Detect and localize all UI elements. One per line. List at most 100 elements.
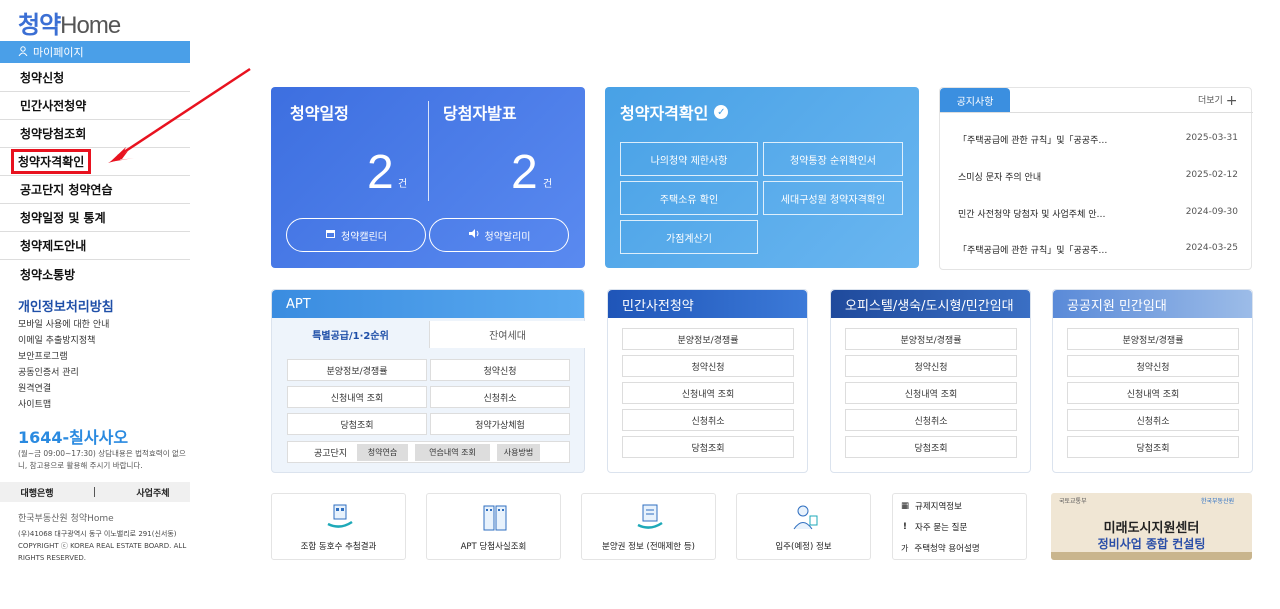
section-button[interactable]: 당첨조회 xyxy=(622,436,794,458)
divider xyxy=(940,112,1253,113)
link-label: 자주 묻는 질문 xyxy=(915,523,968,533)
mypage-link[interactable]: 마이페이지 xyxy=(0,41,190,63)
calendar-button[interactable]: 청약캘린더 xyxy=(286,218,426,252)
banner-title: 미래도시지원센터 xyxy=(1103,521,1200,536)
sidebar-item-label: 청약일정 및 통계 xyxy=(20,211,106,225)
tab-remaining[interactable]: 잔여세대 xyxy=(429,321,585,348)
section-button[interactable]: 청약신청 xyxy=(622,355,794,377)
privacy-policy-link[interactable]: 개인정보처리방침 xyxy=(18,296,114,315)
section-button[interactable]: 청약신청 xyxy=(845,355,1017,377)
apt-title: APT xyxy=(272,290,584,318)
copyright: COPYRIGHT ⓒ KOREA REAL ESTATE BOARD. ALL… xyxy=(18,542,187,562)
practice-chip[interactable]: 청약연습 xyxy=(357,444,408,461)
section-button[interactable]: 신청내역 조회 xyxy=(622,382,794,404)
apt-cancel-button[interactable]: 신청취소 xyxy=(430,386,570,408)
email-policy-link[interactable]: 이메일 추출방지정책 xyxy=(18,333,109,349)
owner-link[interactable]: 사업주체 xyxy=(136,486,169,499)
winner-count[interactable]: 2 xyxy=(511,145,538,200)
security-program-link[interactable]: 보안프로그램 xyxy=(18,349,109,365)
notice-panel: 공지사항 더보기 + 「주택공급에 관한 규칙」및「공공주… 2025-03-31… xyxy=(939,87,1253,270)
section-title: 공공지원 민간임대 xyxy=(1053,290,1252,318)
site-logo[interactable]: 청약Home xyxy=(18,5,121,40)
notice-row[interactable]: 「주택공급에 관한 규칙」및「공공주… 2025-03-31 xyxy=(958,133,1238,146)
sidebar-item-label: 청약제도안내 xyxy=(20,239,87,253)
alarm-button[interactable]: 청약알리미 xyxy=(429,218,569,252)
notice-date: 2024-09-30 xyxy=(1185,207,1238,217)
notice-date: 2025-03-31 xyxy=(1185,133,1238,143)
logo-text-b: Home xyxy=(60,12,121,39)
apt-info-button[interactable]: 분양정보/경쟁률 xyxy=(287,359,427,381)
section-button[interactable]: 신청취소 xyxy=(622,409,794,431)
sidebar-sublinks: 모바일 사용에 대한 안내 이메일 추출방지정책 보안프로그램 공동인증서 관리… xyxy=(18,317,109,413)
sidebar-item-label: 청약소통방 xyxy=(20,267,76,282)
sidebar-item-practice[interactable]: 공고단지 청약연습 xyxy=(0,176,190,204)
tab-special-supply[interactable]: 특별공급/1·2순위 xyxy=(272,321,429,348)
notice-title: 스미싱 문자 주의 안내 xyxy=(958,173,1042,183)
apt-virtual-button[interactable]: 청약가상체험 xyxy=(430,413,570,435)
quick-tile-move-in[interactable]: 입주(예정) 정보 xyxy=(736,493,871,560)
check-icon: ✓ xyxy=(714,105,729,119)
certificate-link[interactable]: 공동인증서 관리 xyxy=(18,365,109,381)
quick-tile-label: 입주(예정) 정보 xyxy=(775,542,832,552)
section-button[interactable]: 청약신청 xyxy=(1067,355,1239,377)
sidebar-item-label: 청약자격확인 xyxy=(11,149,92,174)
section-title: 민간사전청약 xyxy=(608,290,807,318)
quick-tile-presale-info[interactable]: 분양권 정보 (전매제한 등) xyxy=(581,493,716,560)
score-calculator-button[interactable]: 가점계산기 xyxy=(620,220,758,254)
public-rental-section: 공공지원 민간임대 분양정보/경쟁률 청약신청 신청내역 조회 신청취소 당첨조… xyxy=(1052,289,1253,473)
glossary-link[interactable]: 가 주택청약 용어설명 xyxy=(901,542,980,555)
household-eligibility-button[interactable]: 세대구성원 청약자격확인 xyxy=(763,181,903,215)
alarm-button-label: 청약알리미 xyxy=(484,231,531,243)
quick-tile-winning-fact[interactable]: APT 당첨사실조회 xyxy=(426,493,561,560)
sidebar-item-schedule-stats[interactable]: 청약일정 및 통계 xyxy=(0,204,190,232)
speaker-icon xyxy=(468,228,480,242)
apt-history-button[interactable]: 신청내역 조회 xyxy=(287,386,427,408)
address: (우)41068 대구광역시 동구 이노밸리로 291(신서동) xyxy=(18,530,177,538)
info-links: ▦ 규제지역정보 ! 자주 묻는 질문 가 주택청약 용어설명 xyxy=(892,493,1027,560)
notice-row[interactable]: 스미싱 문자 주의 안내 2025-02-12 xyxy=(958,170,1238,183)
account-rank-button[interactable]: 청약통장 순위확인서 xyxy=(763,142,903,176)
section-title: 오피스텔/생숙/도시형/민간임대 xyxy=(831,290,1030,318)
regulated-area-link[interactable]: ▦ 규제지역정보 xyxy=(901,500,962,512)
apt-apply-button[interactable]: 청약신청 xyxy=(430,359,570,381)
schedule-title[interactable]: 청약일정 xyxy=(290,100,349,124)
restriction-button[interactable]: 나의청약 제한사항 xyxy=(620,142,758,176)
practice-history-chip[interactable]: 연습내역 조회 xyxy=(415,444,490,461)
section-button[interactable]: 신청취소 xyxy=(845,409,1017,431)
section-button[interactable]: 당첨조회 xyxy=(1067,436,1239,458)
sitemap-link[interactable]: 사이트맵 xyxy=(18,397,109,413)
more-link[interactable]: 더보기 + xyxy=(1198,93,1237,109)
sidebar-item-system-guide[interactable]: 청약제도안내 xyxy=(0,232,190,260)
mobile-guide-link[interactable]: 모바일 사용에 대한 안내 xyxy=(18,317,109,333)
private-preapply-section: 민간사전청약 분양정보/경쟁률 청약신청 신청내역 조회 신청취소 당첨조회 xyxy=(607,289,808,473)
notice-row[interactable]: 민간 사전청약 당첨자 및 사업주체 안… 2024-09-30 xyxy=(958,207,1238,220)
section-button[interactable]: 분양정보/경쟁률 xyxy=(1067,328,1239,350)
remote-link[interactable]: 원격연결 xyxy=(18,381,109,397)
winner-title[interactable]: 당첨자발표 xyxy=(443,100,517,124)
phone-note: (월~금 09:00~17:30) 상담내용은 법적효력이 없으니, 참고용으로… xyxy=(18,449,186,470)
section-button[interactable]: 신청내역 조회 xyxy=(845,382,1017,404)
section-button[interactable]: 분양정보/경쟁률 xyxy=(845,328,1017,350)
quick-tile-label: 조합 동호수 추첨결과 xyxy=(300,542,377,552)
quick-tile-lottery[interactable]: 조합 동호수 추첨결과 xyxy=(271,493,406,560)
section-button[interactable]: 신청취소 xyxy=(1067,409,1239,431)
notice-tab[interactable]: 공지사항 xyxy=(940,88,1010,112)
notice-row[interactable]: 「주택공급에 관한 규칙」및「공공주… 2024-03-25 xyxy=(958,243,1238,256)
eligibility-title: 청약자격확인 xyxy=(620,104,709,123)
plus-icon: + xyxy=(1225,93,1238,109)
bank-link[interactable]: 대행은행 xyxy=(20,486,53,499)
schedule-count[interactable]: 2 xyxy=(367,145,394,200)
ownership-button[interactable]: 주택소유 확인 xyxy=(620,181,758,215)
section-button[interactable]: 분양정보/경쟁률 xyxy=(622,328,794,350)
sidebar-item-communication[interactable]: 청약소통방 xyxy=(0,260,190,288)
bank-bar: 대행은행 사업주체 xyxy=(0,482,190,502)
section-button[interactable]: 당첨조회 xyxy=(845,436,1017,458)
apt-winning-button[interactable]: 당첨조회 xyxy=(287,413,427,435)
calendar-button-label: 청약캘린더 xyxy=(341,231,387,243)
section-button[interactable]: 신청내역 조회 xyxy=(1067,382,1239,404)
glossary-icon: 가 xyxy=(901,543,909,553)
howto-chip[interactable]: 사용방법 xyxy=(497,444,540,461)
faq-link[interactable]: ! 자주 묻는 질문 xyxy=(901,521,967,533)
promo-banner[interactable]: 국토교통부 한국부동산원 미래도시지원센터 정비사업 종합 컨설팅 xyxy=(1051,493,1252,560)
org-name: 한국부동산원 청약Home xyxy=(18,514,114,524)
